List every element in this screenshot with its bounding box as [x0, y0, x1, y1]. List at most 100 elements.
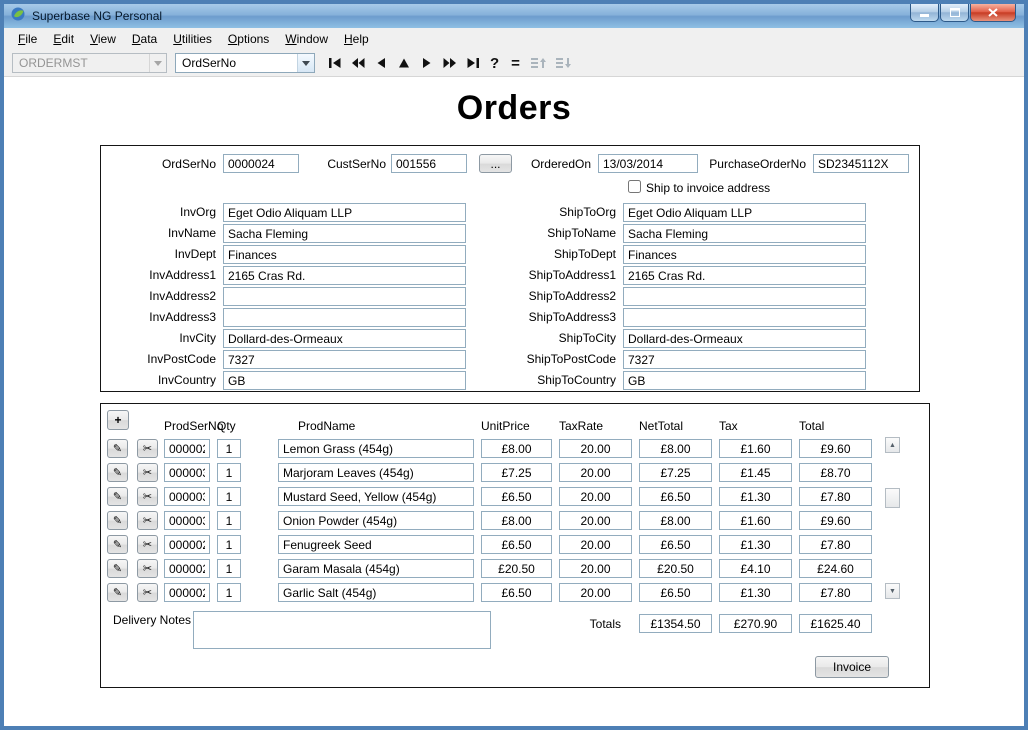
cut-row-button[interactable]: ✂: [137, 463, 158, 482]
unitprice-input[interactable]: [481, 583, 552, 602]
cut-row-button[interactable]: ✂: [137, 439, 158, 458]
menu-edit[interactable]: Edit: [45, 29, 82, 49]
total-input[interactable]: [799, 583, 872, 602]
purchaseorderno-input[interactable]: [813, 154, 909, 173]
ordserno-input[interactable]: [223, 154, 299, 173]
add-row-button[interactable]: +: [107, 410, 129, 430]
invaddress2-input[interactable]: [223, 287, 466, 306]
scrollbar-up-button[interactable]: ▲: [885, 437, 900, 453]
cut-row-button[interactable]: ✂: [137, 487, 158, 506]
fast-forward-button[interactable]: [441, 54, 458, 72]
prodserno-input[interactable]: [164, 439, 210, 458]
nettotal-input[interactable]: [639, 535, 712, 554]
nettotal-input[interactable]: [639, 559, 712, 578]
unitprice-input[interactable]: [481, 535, 552, 554]
invpostcode-input[interactable]: [223, 350, 466, 369]
taxrate-input[interactable]: [559, 463, 632, 482]
menu-options[interactable]: Options: [220, 29, 277, 49]
nettotal-input[interactable]: [639, 511, 712, 530]
prodname-input[interactable]: [278, 511, 474, 530]
edit-row-button[interactable]: ✎: [107, 463, 128, 482]
menu-data[interactable]: Data: [124, 29, 165, 49]
nettotal-input[interactable]: [639, 463, 712, 482]
tax-input[interactable]: [719, 583, 792, 602]
tax-input[interactable]: [719, 559, 792, 578]
shiptocity-input[interactable]: [623, 329, 866, 348]
taxrate-input[interactable]: [559, 511, 632, 530]
maximize-button[interactable]: [940, 4, 969, 22]
taxrate-input[interactable]: [559, 487, 632, 506]
prodname-input[interactable]: [278, 559, 474, 578]
shiptoaddress2-input[interactable]: [623, 287, 866, 306]
totals-net-input[interactable]: [639, 614, 712, 633]
shiptodept-input[interactable]: [623, 245, 866, 264]
shiptoaddress1-input[interactable]: [623, 266, 866, 285]
qty-input[interactable]: [217, 511, 241, 530]
total-input[interactable]: [799, 487, 872, 506]
menu-help[interactable]: Help: [336, 29, 377, 49]
shiptocountry-input[interactable]: [623, 371, 866, 390]
invaddress3-input[interactable]: [223, 308, 466, 327]
edit-row-button[interactable]: ✎: [107, 583, 128, 602]
taxrate-input[interactable]: [559, 439, 632, 458]
prodserno-input[interactable]: [164, 559, 210, 578]
qty-input[interactable]: [217, 487, 241, 506]
orderedon-input[interactable]: [598, 154, 698, 173]
prodserno-input[interactable]: [164, 463, 210, 482]
nettotal-input[interactable]: [639, 439, 712, 458]
totals-tax-input[interactable]: [719, 614, 792, 633]
edit-row-button[interactable]: ✎: [107, 511, 128, 530]
prodname-input[interactable]: [278, 487, 474, 506]
scrollbar-thumb[interactable]: [885, 488, 900, 508]
prodname-input[interactable]: [278, 583, 474, 602]
invdept-input[interactable]: [223, 245, 466, 264]
fast-rewind-button[interactable]: [349, 54, 366, 72]
invoice-button[interactable]: Invoice: [815, 656, 889, 678]
edit-row-button[interactable]: ✎: [107, 487, 128, 506]
ship-to-invoice-checkbox[interactable]: [628, 180, 641, 193]
total-input[interactable]: [799, 511, 872, 530]
shiptoorg-input[interactable]: [623, 203, 866, 222]
invname-input[interactable]: [223, 224, 466, 243]
customer-lookup-button[interactable]: ...: [479, 154, 512, 173]
close-button[interactable]: [970, 4, 1016, 22]
invaddress1-input[interactable]: [223, 266, 466, 285]
invcity-input[interactable]: [223, 329, 466, 348]
taxrate-input[interactable]: [559, 583, 632, 602]
prodserno-input[interactable]: [164, 487, 210, 506]
nettotal-input[interactable]: [639, 583, 712, 602]
qty-input[interactable]: [217, 583, 241, 602]
first-record-button[interactable]: [326, 54, 343, 72]
scrollbar-down-button[interactable]: ▼: [885, 583, 900, 599]
equals-button[interactable]: =: [511, 55, 520, 72]
cut-row-button[interactable]: ✂: [137, 511, 158, 530]
shiptoaddress3-input[interactable]: [623, 308, 866, 327]
cut-row-button[interactable]: ✂: [137, 535, 158, 554]
menu-file[interactable]: File: [10, 29, 45, 49]
menu-window[interactable]: Window: [277, 29, 336, 49]
menu-utilities[interactable]: Utilities: [165, 29, 220, 49]
cut-row-button[interactable]: ✂: [137, 559, 158, 578]
total-input[interactable]: [799, 463, 872, 482]
qty-input[interactable]: [217, 439, 241, 458]
tax-input[interactable]: [719, 535, 792, 554]
unitprice-input[interactable]: [481, 511, 552, 530]
prodserno-input[interactable]: [164, 535, 210, 554]
tax-input[interactable]: [719, 511, 792, 530]
next-record-button[interactable]: [418, 54, 435, 72]
field-select[interactable]: OrdSerNo: [175, 53, 315, 73]
shiptopostcode-input[interactable]: [623, 350, 866, 369]
tax-input[interactable]: [719, 463, 792, 482]
total-input[interactable]: [799, 439, 872, 458]
nettotal-input[interactable]: [639, 487, 712, 506]
unitprice-input[interactable]: [481, 559, 552, 578]
chevron-down-icon[interactable]: [297, 54, 314, 72]
qty-input[interactable]: [217, 463, 241, 482]
qty-input[interactable]: [217, 559, 241, 578]
total-input[interactable]: [799, 535, 872, 554]
shiptoname-input[interactable]: [623, 224, 866, 243]
unitprice-input[interactable]: [481, 487, 552, 506]
delivery-notes-input[interactable]: [193, 611, 491, 649]
taxrate-input[interactable]: [559, 535, 632, 554]
totals-total-input[interactable]: [799, 614, 872, 633]
